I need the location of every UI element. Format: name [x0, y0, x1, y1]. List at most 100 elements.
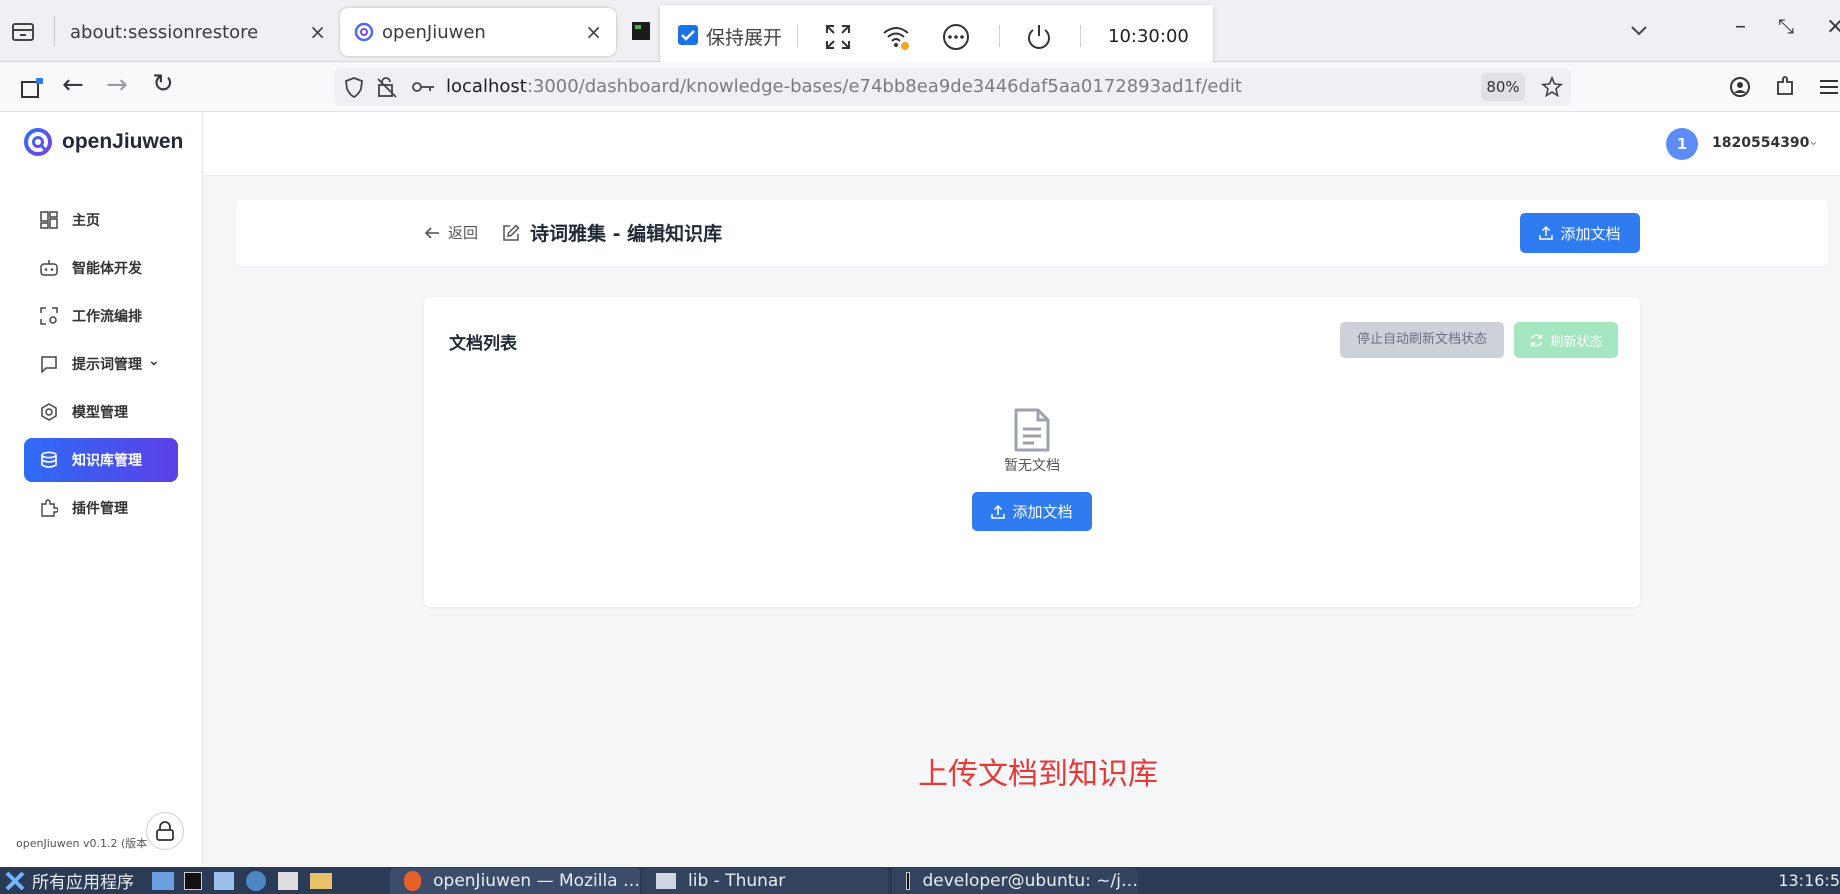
toolbar-separator [1080, 25, 1081, 47]
sidebar-item-prompts[interactable]: 提示词管理 ⌄ [24, 342, 178, 386]
avatar[interactable]: 1 [1666, 128, 1698, 160]
overlay-caption: 上传文档到知识库 [918, 757, 1158, 792]
sidebar-toggle-icon[interactable] [20, 77, 44, 99]
os-taskbar: 所有应用程序 openJiuwen — Mozilla … lib - Thun… [0, 867, 1840, 894]
edit-icon [503, 223, 520, 241]
lock-button[interactable] [146, 812, 184, 850]
tab-sessionrestore[interactable]: about:sessionrestore × [56, 8, 340, 56]
terminal-tab-icon[interactable] [632, 22, 650, 40]
terminal-icon[interactable] [184, 871, 202, 890]
home-folder-icon[interactable] [214, 871, 234, 890]
toolbar-separator [797, 25, 798, 47]
user-menu-chevron-icon[interactable]: ⌄ [1808, 134, 1819, 149]
sidebar-item-knowledge-base[interactable]: 知识库管理 [24, 438, 178, 482]
insecure-lock-icon[interactable] [376, 76, 398, 98]
app-root: openJiuwen 主页 智能体开发 工作流编排 提示词管理 ⌄ 模型管理 知… [0, 112, 1840, 867]
url-bar[interactable]: localhost:3000/dashboard/knowledge-bases… [334, 68, 1571, 106]
window-close-button[interactable]: × [1826, 14, 1840, 39]
stop-auto-refresh-button[interactable]: 停止自动刷新文档状态 [1340, 322, 1504, 358]
refresh-status-button[interactable]: 刷新状态 [1514, 322, 1618, 358]
sidebar-item-models[interactable]: 模型管理 [24, 390, 178, 434]
empty-document-icon [1014, 408, 1050, 452]
app-top-bar: 1 1820554390 ⌄ [204, 112, 1840, 176]
wifi-icon[interactable] [882, 23, 910, 51]
tab-close-icon[interactable]: × [585, 20, 602, 44]
sidebar-item-label: 主页 [72, 213, 100, 229]
bookmark-star-icon[interactable] [1541, 76, 1563, 98]
zoom-level-badge[interactable]: 80% [1481, 73, 1525, 101]
xfce-logo-icon [5, 871, 25, 890]
keep-expanded-label: 保持展开 [706, 27, 783, 49]
checkmark-icon [681, 30, 695, 41]
sidebar-item-workflow[interactable]: 工作流编排 [24, 294, 178, 338]
openjiuwen-favicon-icon [354, 22, 374, 42]
upload-icon [991, 504, 1006, 519]
empty-state-text: 暂无文档 [1004, 458, 1060, 474]
arrow-left-icon [424, 226, 439, 239]
start-menu-label: 所有应用程序 [32, 873, 134, 893]
button-label: 刷新状态 [1550, 334, 1603, 350]
tab-separator [54, 16, 55, 46]
fullscreen-icon[interactable] [824, 23, 852, 51]
page-header: 返回 诗词雅集 - 编辑知识库 添加文档 [236, 200, 1828, 266]
taskbar-window-label: developer@ubuntu: ~/j… [922, 871, 1138, 891]
back-button[interactable]: 返回 [424, 222, 478, 243]
taskbar-window-firefox[interactable]: openJiuwen — Mozilla … [390, 868, 640, 894]
document-list-card: 文档列表 停止自动刷新文档状态 刷新状态 暂无文档 添加文档 [424, 297, 1640, 607]
shield-icon[interactable] [344, 76, 364, 98]
workflow-icon [40, 307, 58, 325]
tab-list-icon[interactable] [12, 22, 34, 42]
key-icon[interactable] [412, 80, 436, 94]
button-label: 添加文档 [1012, 503, 1073, 521]
taskbar-window-label: openJiuwen — Mozilla … [433, 871, 640, 891]
keep-expanded-checkbox[interactable] [678, 25, 698, 45]
app-logo[interactable]: openJiuwen [22, 126, 183, 158]
taskbar-window-thunar[interactable]: lib - Thunar [642, 868, 888, 894]
search-icon[interactable] [278, 871, 298, 890]
forward-arrow-icon[interactable]: → [106, 70, 128, 100]
browser-nav-bar: ← → ↻ localhost:3000/dashboard/knowledge… [0, 62, 1840, 112]
tab-close-icon[interactable]: × [309, 20, 326, 44]
desktop-icon[interactable] [152, 871, 174, 890]
lock-icon [156, 821, 174, 841]
reload-icon[interactable]: ↻ [152, 69, 174, 99]
taskbar-window-terminal[interactable]: developer@ubuntu: ~/j… [892, 868, 1138, 894]
back-label: 返回 [448, 224, 479, 242]
back-arrow-icon[interactable]: ← [62, 70, 84, 100]
sidebar: openJiuwen 主页 智能体开发 工作流编排 提示词管理 ⌄ 模型管理 知… [0, 112, 203, 867]
menu-hamburger-icon[interactable] [1818, 78, 1840, 96]
extensions-icon[interactable] [1774, 74, 1796, 98]
window-minimize-button[interactable]: – [1735, 14, 1746, 39]
account-icon[interactable] [1729, 76, 1751, 98]
sidebar-item-label: 提示词管理 [72, 357, 142, 373]
empty-add-document-button[interactable]: 添加文档 [972, 492, 1092, 531]
tab-overflow-chevron-icon[interactable] [1630, 24, 1648, 38]
logo-text: openJiuwen [62, 130, 184, 153]
web-browser-icon[interactable] [246, 870, 266, 891]
file-manager-icon[interactable] [310, 872, 332, 889]
plugin-icon [41, 499, 58, 517]
tab-openjiuwen[interactable]: openJiuwen × [340, 8, 616, 56]
start-menu-button[interactable]: 所有应用程序 [4, 867, 134, 894]
power-icon[interactable] [1025, 23, 1053, 51]
dashboard-icon [40, 211, 58, 229]
tab-label: about:sessionrestore [70, 21, 259, 43]
taskbar-window-label: lib - Thunar [688, 871, 786, 891]
folder-icon [656, 873, 676, 889]
window-restore-button[interactable]: ⤡ [1778, 14, 1794, 38]
button-label: 添加文档 [1560, 224, 1621, 243]
page-title: 诗词雅集 - 编辑知识库 [530, 223, 723, 245]
header-add-document-button[interactable]: 添加文档 [1520, 213, 1640, 253]
sidebar-item-label: 模型管理 [72, 405, 128, 421]
sidebar-item-home[interactable]: 主页 [24, 198, 178, 242]
sidebar-item-plugins[interactable]: 插件管理 [24, 486, 178, 530]
terminal-icon [906, 872, 911, 890]
url-text[interactable]: localhost:3000/dashboard/knowledge-bases… [446, 76, 1242, 97]
document-list-title: 文档列表 [449, 334, 517, 354]
sidebar-item-agent-dev[interactable]: 智能体开发 [24, 246, 178, 290]
username[interactable]: 1820554390 [1712, 135, 1809, 151]
remote-clock: 10:30:00 [1108, 26, 1189, 47]
database-icon [41, 451, 57, 468]
sidebar-item-label: 智能体开发 [72, 261, 142, 277]
more-options-icon[interactable] [942, 23, 970, 51]
